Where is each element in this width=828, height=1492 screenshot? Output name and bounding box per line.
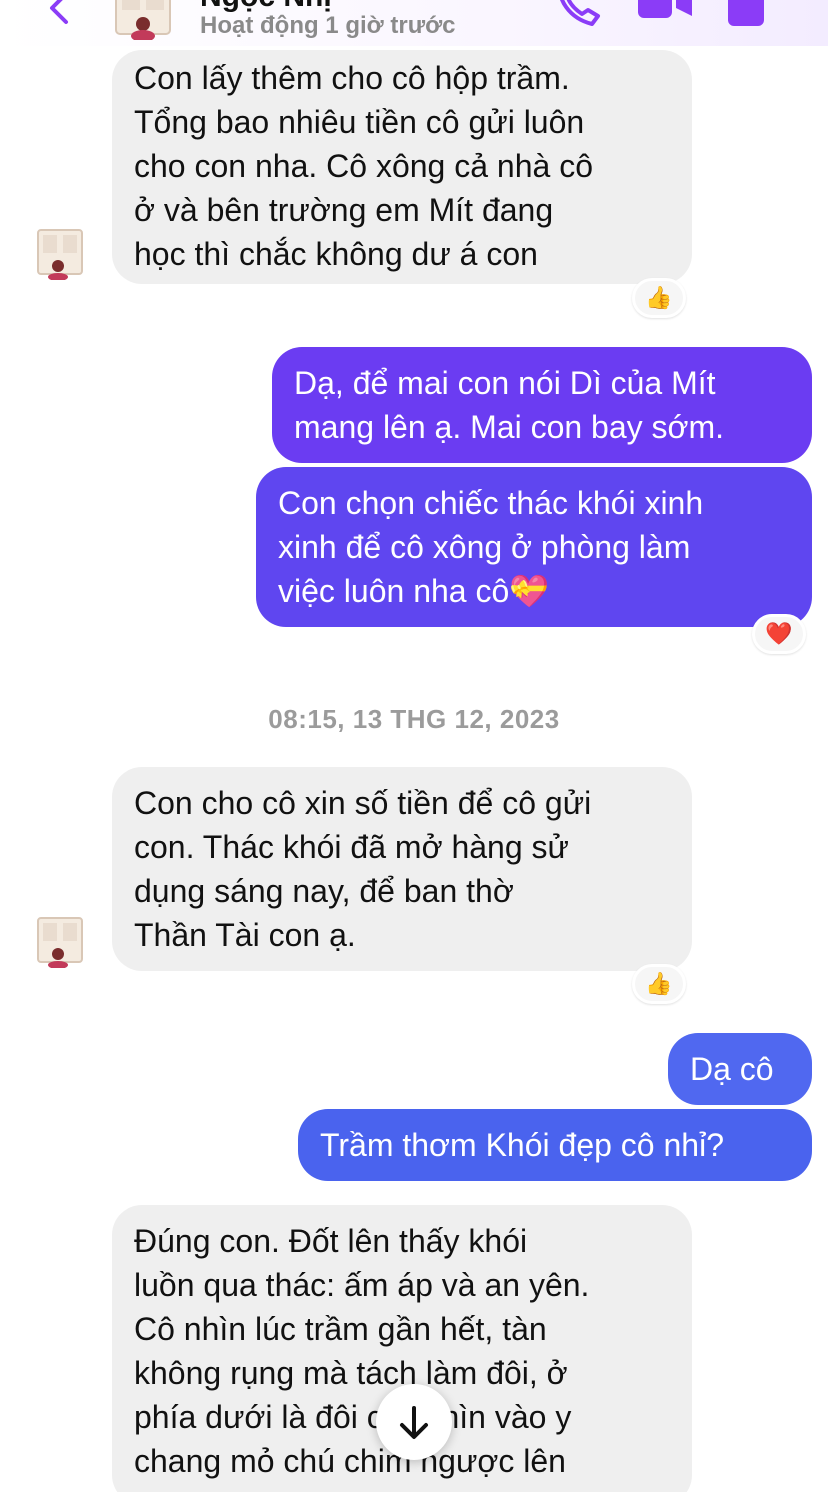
info-icon [728, 0, 764, 26]
contact-avatar[interactable] [112, 0, 174, 42]
message-bubble-outgoing[interactable]: Dạ, để mai con nói Dì của Mít mang lên ạ… [272, 347, 812, 463]
message-bubble-outgoing[interactable]: Dạ cô [668, 1033, 812, 1105]
phone-icon [560, 0, 600, 26]
chat-header: Ngọc Nhị Hoạt động 1 giờ trước [0, 0, 828, 46]
active-status: Hoạt động 1 giờ trước [200, 12, 456, 39]
chevron-left-icon [50, 0, 68, 24]
reaction-thumbs-up[interactable]: 👍 [632, 278, 686, 318]
message-bubble-incoming[interactable]: Con lấy thêm cho cô hộp trầm. Tổng bao n… [112, 50, 692, 284]
info-button[interactable] [726, 0, 766, 28]
sender-avatar[interactable] [34, 916, 86, 969]
video-call-button[interactable] [636, 0, 696, 22]
message-bubble-outgoing[interactable]: Trầm thơm Khói đẹp cô nhỉ? [298, 1109, 812, 1181]
reaction-heart[interactable]: ❤️ [752, 614, 806, 654]
reaction-thumbs-up[interactable]: 👍 [632, 964, 686, 1004]
arrow-down-icon [400, 1406, 428, 1439]
video-camera-icon [638, 0, 692, 18]
message-bubble-outgoing[interactable]: Con chọn chiếc thác khói xinh xinh để cô… [256, 467, 812, 627]
back-button[interactable] [40, 0, 76, 26]
sender-avatar[interactable] [34, 228, 86, 281]
message-timestamp: 08:15, 13 THG 12, 2023 [268, 704, 560, 734]
call-button[interactable] [552, 0, 602, 28]
message-bubble-incoming[interactable]: Con cho cô xin số tiền để cô gửi con. Th… [112, 767, 692, 971]
scroll-to-bottom-button[interactable] [376, 1384, 452, 1460]
